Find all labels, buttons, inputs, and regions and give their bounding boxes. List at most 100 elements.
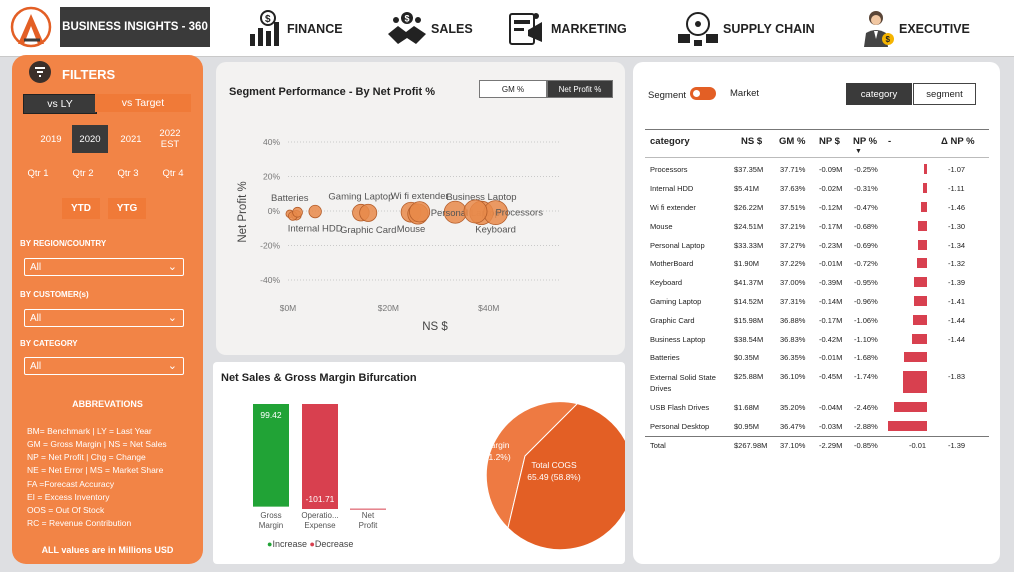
quarter-1-button[interactable]: Qtr 1 <box>18 162 58 184</box>
cell-category: Internal HDD <box>650 184 694 193</box>
cell-np-percent: -2.46% <box>854 403 878 412</box>
quarter-2-button[interactable]: Qtr 2 <box>63 162 103 184</box>
cell-np: -0.23M <box>819 241 843 250</box>
filter-icon <box>29 61 51 83</box>
np-percent-bar <box>920 202 927 212</box>
supply-chain-truck-icon <box>678 12 718 46</box>
table-row[interactable] <box>645 256 989 272</box>
nav-finance[interactable]: $ FINANCE <box>248 8 343 50</box>
waterfall-category-label: Expense <box>304 521 336 530</box>
decrease-legend-label: Decrease <box>314 539 354 549</box>
cell-category: Business Laptop <box>650 335 706 344</box>
cell-delta-np: -1.46 <box>948 203 966 212</box>
cell-gm: 37.21% <box>780 222 806 231</box>
increase-legend-label: Increase <box>272 539 307 549</box>
table-row[interactable] <box>645 181 989 197</box>
np-percent-bar <box>923 164 927 174</box>
pie-chart: Gross Margin 45.89 (41.2%) Total COGS 65.49… <box>457 401 625 551</box>
cell-np: -0.01M <box>819 353 843 362</box>
cell-ns: $38.54M <box>734 335 764 344</box>
cell-category: Personal Laptop <box>650 241 705 250</box>
quarter-4-button[interactable]: Qtr 4 <box>153 162 193 184</box>
cell-np: -0.12M <box>819 203 843 212</box>
year-2021-button[interactable]: 2021 <box>112 125 150 153</box>
waterfall-chart: 99.42 GrossMargin -101.71 Operatio...Expens… <box>253 404 386 530</box>
waterfall-category-label: Operatio... <box>301 511 338 520</box>
waterfall-category-label: Gross <box>260 511 281 520</box>
table-row[interactable] <box>645 200 989 216</box>
abbreviation-line: GM = Gross Margin | NS = Net Sales <box>27 439 167 449</box>
nav-executive[interactable]: $ EXECUTIVE <box>862 8 970 50</box>
cell-np: -0.02M <box>819 184 843 193</box>
cell-category: Personal Desktop <box>650 422 710 431</box>
scatter-point <box>409 201 431 223</box>
waterfall-category-label: Margin <box>259 521 283 530</box>
waterfall-category-label: Profit <box>359 521 378 530</box>
compare-vs-target-button[interactable]: vs Target <box>95 94 191 112</box>
category-dropdown[interactable]: All ⌄ <box>24 357 184 375</box>
handshake-icon: $ <box>388 12 426 44</box>
abbreviation-line: OOS = Out Of Stock <box>27 505 105 515</box>
np-percent-bar <box>904 352 927 362</box>
total-cell-ns: $267.98M <box>734 441 768 450</box>
pie-slice-value: 45.89 (41.2%) <box>457 452 511 462</box>
finance-chart-icon: $ <box>250 10 279 46</box>
cell-ns: $15.98M <box>734 316 764 325</box>
cell-category: USB Flash Drives <box>650 403 710 412</box>
region-dropdown[interactable]: All ⌄ <box>24 258 184 276</box>
y-tick-label: -40% <box>260 275 280 285</box>
ytg-button[interactable]: YTG <box>108 198 146 219</box>
compare-vs-ly-button[interactable]: vs LY <box>23 94 97 114</box>
waterfall-value-label: 99.42 <box>260 410 282 420</box>
table-row[interactable] <box>645 313 989 329</box>
quarter-3-button[interactable]: Qtr 3 <box>108 162 148 184</box>
customer-dropdown[interactable]: All ⌄ <box>24 309 184 327</box>
scatter-point-label: Internal HDD <box>288 224 343 235</box>
y-tick-label: 40% <box>263 137 280 147</box>
cell-delta-np: -1.44 <box>948 316 966 325</box>
scatter-point-label: Processors <box>495 207 543 218</box>
table-row[interactable] <box>645 275 989 291</box>
cell-np: -0.09M <box>819 165 843 174</box>
scatter-point-label: Batteries <box>271 193 309 204</box>
cell-gm: 36.47% <box>780 422 806 431</box>
scatter-point <box>463 199 488 224</box>
scatter-point <box>359 203 378 222</box>
nav-sales[interactable]: $ SALES <box>386 8 473 50</box>
customer-dropdown-value: All <box>30 312 42 324</box>
table-row[interactable] <box>645 350 989 366</box>
year-2019-button[interactable]: 2019 <box>34 125 68 153</box>
cell-gm: 36.10% <box>780 372 806 381</box>
nav-marketing[interactable]: MARKETING <box>508 8 627 50</box>
cell-delta-np: -1.41 <box>948 297 966 306</box>
np-percent-bar <box>912 334 927 344</box>
cell-delta-np: -1.44 <box>948 335 966 344</box>
year-2022-est-button[interactable]: 2022 EST <box>154 125 186 153</box>
cell-gm: 36.88% <box>780 316 806 325</box>
cell-np-percent: -0.25% <box>854 165 878 174</box>
cell-np: -0.01M <box>819 259 843 268</box>
cell-ns: $26.22M <box>734 203 764 212</box>
category-table-card: Segment Market category segment category… <box>633 62 1000 564</box>
np-percent-bar <box>917 258 927 268</box>
cell-delta-np: -1.39 <box>948 278 966 287</box>
cell-category: External Solid State Drives <box>650 373 716 393</box>
chevron-down-icon: ⌄ <box>167 360 177 372</box>
x-tick-label: $40M <box>478 303 499 313</box>
nav-supply-chain[interactable]: SUPPLY CHAIN <box>676 8 815 50</box>
ytd-button[interactable]: YTD <box>62 198 100 219</box>
cell-gm: 37.31% <box>780 297 806 306</box>
year-2020-button[interactable]: 2020 <box>72 125 108 153</box>
total-bar-value: -0.01 <box>909 441 927 450</box>
cell-category: MotherBoard <box>650 259 694 268</box>
cell-ns: $33.33M <box>734 241 764 250</box>
chevron-down-icon: ⌄ <box>167 312 177 324</box>
table-row[interactable] <box>645 162 989 178</box>
cell-category: Keyboard <box>650 278 683 287</box>
chevron-down-icon: ⌄ <box>167 261 177 273</box>
cell-gm: 37.71% <box>780 165 806 174</box>
abbreviation-line: NP = Net Profit | Chg = Change <box>27 452 146 462</box>
pie-slice-value: 65.49 (58.8%) <box>527 472 581 482</box>
scatter-point-label: Keyboard <box>475 225 516 236</box>
table-row[interactable] <box>645 219 989 235</box>
